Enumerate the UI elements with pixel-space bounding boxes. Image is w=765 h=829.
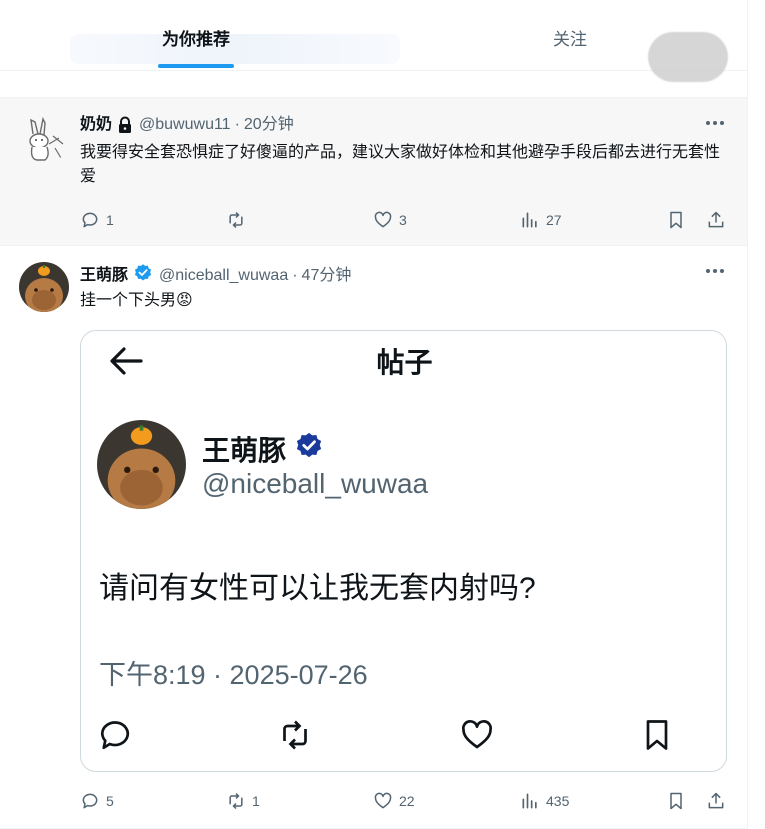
repost-button[interactable] — [226, 208, 252, 232]
bookmark-icon — [646, 720, 668, 750]
capybara-avatar-image — [97, 420, 186, 509]
attached-screenshot[interactable]: 帖子 王萌豚 @niceball_wuwaa 请问有女性可以让我无套内射吗? 下… — [80, 330, 727, 772]
repost-button[interactable]: 1 — [226, 789, 260, 813]
verified-badge-icon — [294, 431, 324, 468]
views-button[interactable]: 27 — [520, 208, 562, 232]
avatar[interactable] — [19, 114, 69, 164]
post-text: 挂一个下头男😡 — [80, 292, 193, 309]
separator-dot: · — [234, 116, 240, 133]
repost-icon — [283, 720, 307, 750]
user-handle[interactable]: @buwuwu11 — [139, 115, 231, 135]
like-icon — [374, 211, 392, 228]
separator-dot: · — [292, 267, 298, 284]
bookmark-button[interactable] — [666, 208, 686, 232]
like-icon — [462, 720, 492, 749]
post-actions: 1 3 27 — [80, 208, 730, 232]
user-handle[interactable]: @niceball_wuwaa — [159, 266, 288, 286]
screenshot-avatar — [97, 420, 186, 509]
repost-icon — [229, 792, 243, 810]
post-time[interactable]: 47分钟 — [302, 266, 352, 286]
like-count: 3 — [399, 212, 407, 228]
timeline-tabs: 为你推荐 关注 — [0, 0, 747, 82]
views-count: 27 — [546, 212, 562, 228]
post[interactable]: 王萌豚 @niceball_wuwaa · 47分钟 挂一个下头男😡 帖子 王萌… — [0, 246, 747, 829]
post-text: 我要得安全套恐惧症了好傻逼的产品，建议大家做好体检和其他避孕手段后都去进行无套性… — [80, 144, 721, 185]
share-button[interactable] — [706, 208, 726, 232]
screenshot-actions — [81, 717, 726, 757]
screenshot-display-name: 王萌豚 — [202, 429, 324, 469]
repost-icon — [229, 211, 243, 229]
post-time[interactable]: 20分钟 — [244, 115, 294, 135]
views-button[interactable]: 435 — [520, 789, 569, 813]
repost-count: 1 — [252, 793, 260, 809]
like-button[interactable]: 3 — [373, 208, 407, 232]
bookmark-button[interactable] — [666, 789, 686, 813]
like-button[interactable]: 22 — [373, 789, 415, 813]
reply-icon — [82, 212, 98, 228]
tab-for-you[interactable]: 为你推荐 — [0, 0, 392, 71]
views-icon — [522, 793, 537, 809]
more-icon[interactable] — [704, 116, 726, 130]
like-count: 22 — [399, 793, 415, 809]
avatar[interactable] — [19, 262, 69, 312]
screenshot-title: 帖子 — [376, 347, 433, 378]
verified-badge-icon — [133, 263, 153, 289]
reply-count: 5 — [106, 793, 114, 809]
display-name[interactable]: 奶奶 — [80, 115, 112, 135]
post-header: 奶奶 @buwuwu11 · 20分钟 — [80, 115, 294, 135]
like-icon — [374, 792, 392, 809]
bookmark-icon — [670, 211, 682, 229]
post-header: 王萌豚 @niceball_wuwaa · 47分钟 — [80, 263, 351, 289]
reply-count: 1 — [106, 212, 114, 228]
lock-icon — [117, 116, 133, 134]
screenshot-post-text: 请问有女性可以让我无套内射吗? — [99, 572, 536, 605]
reply-icon — [82, 793, 98, 809]
share-button[interactable] — [706, 789, 726, 813]
bunny-avatar-image — [19, 114, 69, 164]
bookmark-icon — [670, 792, 682, 810]
screenshot-handle: @niceball_wuwaa — [202, 468, 429, 499]
active-tab-indicator — [158, 64, 234, 68]
more-icon[interactable] — [704, 264, 726, 278]
capybara-avatar-image — [19, 262, 69, 312]
scrollbar[interactable] — [748, 0, 765, 829]
views-count: 435 — [546, 793, 570, 809]
reply-icon — [100, 721, 130, 750]
share-icon — [708, 211, 724, 228]
floating-button[interactable] — [648, 32, 728, 82]
display-name[interactable]: 王萌豚 — [80, 266, 128, 286]
reply-button[interactable]: 5 — [80, 789, 114, 813]
post[interactable]: 奶奶 @buwuwu11 · 20分钟 我要得安全套恐惧症了好傻逼的产品，建议大… — [0, 97, 747, 246]
reply-button[interactable]: 1 — [80, 208, 114, 232]
screenshot-timestamp: 下午8:19 · 2025-07-26 — [99, 660, 368, 690]
share-icon — [708, 792, 724, 809]
post-actions: 5 1 22 435 — [80, 789, 730, 813]
timeline: 为你推荐 关注 奶奶 @buwuwu11 · 20分钟 我要得安全套恐惧症了好傻… — [0, 0, 748, 829]
views-icon — [522, 212, 537, 228]
